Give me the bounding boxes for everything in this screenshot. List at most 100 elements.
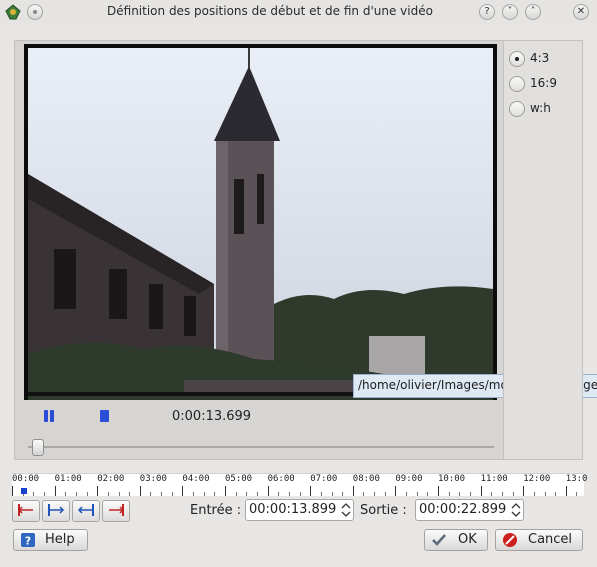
timeline-major-tick [12, 486, 13, 496]
timeline-minor-tick [256, 492, 258, 496]
help-window-button[interactable]: ? [479, 4, 495, 20]
cancel-button-label: Cancel [528, 532, 573, 547]
ratio-label-custom: w:h [530, 101, 551, 115]
timeline-minor-tick [107, 492, 109, 496]
radio-16-9[interactable] [509, 76, 525, 92]
timeline-minor-tick [129, 492, 131, 496]
timeline-major-tick [565, 486, 567, 496]
cancel-button[interactable]: Cancel [495, 529, 583, 551]
timeline-major-tick [54, 486, 56, 496]
exit-time-spinbox[interactable]: 00:00:22.899 [415, 499, 524, 521]
pause-button[interactable] [42, 409, 56, 423]
timeline-minor-tick [246, 492, 248, 496]
ratio-label-4-3: 4:3 [530, 51, 550, 65]
spin-arrows-icon [511, 503, 521, 517]
ok-button[interactable]: OK [424, 529, 488, 551]
pause-icon [44, 410, 54, 422]
entry-time-spinbox[interactable]: 00:00:13.899 [245, 499, 354, 521]
svg-text:?: ? [25, 535, 31, 548]
timeline-minor-tick [161, 492, 163, 496]
current-time-label: 0:00:13.699 [172, 409, 252, 424]
exit-label: Sortie : [360, 503, 407, 518]
window-title: Définition des positions de début et de … [107, 4, 433, 18]
stop-button[interactable] [98, 409, 112, 423]
timeline-minor-tick [406, 492, 408, 496]
entry-label: Entrée : [190, 503, 242, 518]
radio-4-3[interactable] [509, 51, 525, 67]
timeline-minor-tick [512, 492, 514, 496]
timeline-minor-tick [214, 492, 216, 496]
timeline-minor-tick [235, 492, 237, 496]
close-button[interactable]: ✕ [573, 4, 589, 20]
timeline-major-tick [523, 486, 525, 496]
timeline-label: 01:00 [54, 474, 82, 484]
timeline-minor-tick [203, 492, 205, 496]
timeline-minor-tick [118, 492, 120, 496]
timeline-label: 12:00 [523, 474, 551, 484]
timeline-minor-tick [427, 492, 429, 496]
timeline-ruler[interactable]: 00:00 01:00 02:00 03:00 04:00 05:00 06:00 07:00… [12, 473, 587, 496]
timeline-minor-tick [86, 492, 88, 496]
timeline-label: 11:00 [480, 474, 508, 484]
go-to-end-icon [77, 504, 94, 516]
spin-arrows-icon [341, 503, 351, 517]
timeline-major-tick [97, 486, 99, 496]
entry-time-value[interactable]: 00:00:13.899 [249, 502, 336, 517]
timeline-label: 10:00 [438, 474, 466, 484]
timeline-minor-tick [416, 492, 418, 496]
checkmark-icon [432, 534, 446, 546]
seek-slider-handle[interactable] [32, 439, 45, 456]
timeline-major-tick [352, 486, 354, 496]
timeline-minor-tick [43, 492, 45, 496]
timeline-minor-tick [555, 492, 557, 496]
timeline-minor-tick [299, 492, 301, 496]
help-icon: ? [21, 533, 35, 548]
timeline-minor-tick [342, 492, 344, 496]
maximize-button[interactable]: ˄ [525, 4, 541, 20]
seek-slider-track[interactable] [28, 446, 494, 448]
timeline-major-tick [438, 486, 439, 496]
radio-custom[interactable] [509, 101, 525, 117]
minimize-button[interactable]: ˅ [502, 4, 518, 20]
set-end-icon [109, 504, 125, 516]
ok-button-label: OK [458, 532, 477, 547]
set-start-from-current-button[interactable] [12, 500, 40, 522]
app-icon [4, 3, 22, 21]
stop-icon [100, 410, 109, 422]
timeline-minor-tick [278, 492, 280, 496]
video-preview [24, 44, 497, 400]
timeline-label: 13:0 [565, 474, 588, 484]
timeline-label: 07:00 [310, 474, 338, 484]
set-end-from-current-button[interactable] [102, 500, 130, 522]
timeline-minor-tick [363, 492, 365, 496]
timeline-minor-tick [33, 492, 35, 496]
go-to-end-button[interactable] [72, 500, 100, 522]
help-button[interactable]: ? Help [13, 529, 88, 551]
timeline-major-tick [310, 486, 312, 496]
timeline-major-tick [139, 486, 141, 496]
go-to-start-button[interactable] [42, 500, 70, 522]
timeline-minor-tick [459, 492, 461, 496]
timeline-major-tick [395, 486, 397, 496]
help-button-label: Help [45, 532, 75, 547]
timeline-label: 04:00 [182, 474, 210, 484]
timeline-position-marker[interactable] [21, 488, 27, 494]
timeline-minor-tick [469, 492, 471, 496]
go-to-start-icon [48, 504, 65, 516]
timeline-minor-tick [75, 492, 77, 496]
timeline-major-tick [267, 486, 269, 496]
timeline-minor-tick [501, 492, 503, 496]
timeline-major-tick [182, 486, 184, 496]
timeline-minor-tick [374, 492, 376, 496]
timeline-label: 08:00 [352, 474, 380, 484]
cancel-icon [503, 533, 517, 547]
timeline-minor-tick [320, 492, 322, 496]
timeline-minor-tick [331, 492, 333, 496]
exit-time-value[interactable]: 00:00:22.899 [419, 502, 506, 517]
timeline-label: 03:00 [139, 474, 167, 484]
set-start-icon [17, 504, 33, 516]
timeline-minor-tick [544, 492, 546, 496]
timeline-minor-tick [533, 492, 535, 496]
timeline-label: 09:00 [395, 474, 423, 484]
timeline-label: 02:00 [97, 474, 125, 484]
